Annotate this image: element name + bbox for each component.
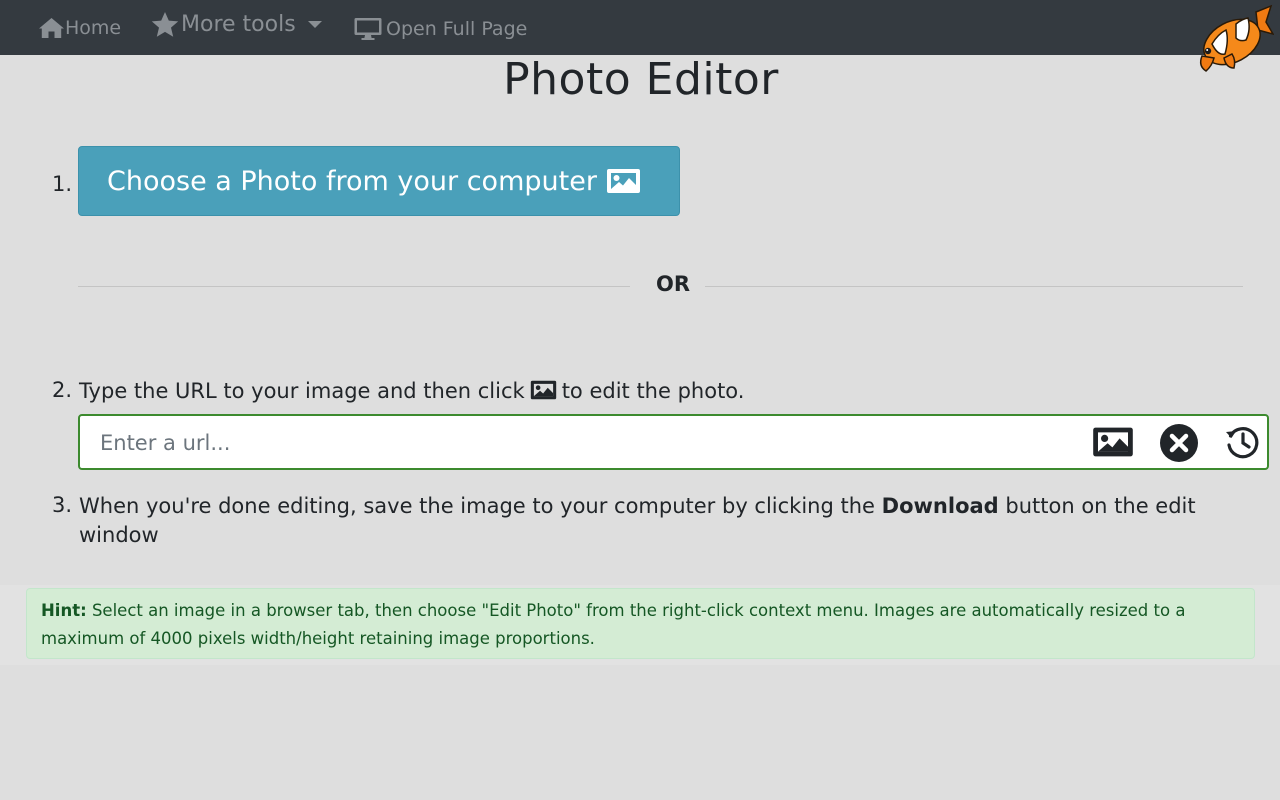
step-2-number: 2. [52, 378, 73, 402]
step-2-instructions: Type the URL to your image and then clic… [79, 377, 1269, 406]
monitor-icon [354, 17, 382, 40]
step-3-number: 3. [52, 493, 73, 517]
step-2-text-after: to edit the photo. [561, 379, 745, 403]
nav-home-link[interactable]: Home [38, 0, 121, 55]
divider-or-text: OR [656, 272, 691, 296]
chevron-down-icon [307, 21, 322, 28]
nav-open-full-page-label: Open Full Page [386, 17, 528, 40]
url-input[interactable] [100, 428, 1080, 458]
nav-open-full-page-link[interactable]: Open Full Page [354, 1, 527, 56]
top-navbar: Home More tools Open Full Page [0, 0, 1280, 55]
hint-label: Hint: [41, 601, 87, 620]
image-icon[interactable] [1092, 426, 1134, 458]
divider-line-right [705, 286, 1243, 287]
hint-alert: Hint: Select an image in a browser tab, … [26, 588, 1255, 659]
page-title: Photo Editor [503, 54, 779, 105]
url-input-group [78, 414, 1269, 470]
download-keyword: Download [881, 494, 999, 518]
step-1-number: 1. [52, 172, 73, 196]
divider-line-left [78, 286, 630, 287]
image-icon [530, 380, 556, 400]
close-circle-icon[interactable] [1159, 423, 1199, 463]
nav-home-label: Home [65, 16, 122, 39]
nav-more-tools-label: More tools [181, 12, 296, 37]
star-icon [151, 11, 179, 37]
home-icon [39, 17, 64, 38]
step-2-text-before: Type the URL to your image and then clic… [79, 379, 525, 403]
step-3-text-before: When you're done editing, save the image… [79, 494, 875, 518]
step-3-instructions: When you're done editing, save the image… [79, 492, 1269, 550]
choose-photo-button-label: Choose a Photo from your computer [107, 165, 597, 197]
hint-text: Select an image in a browser tab, then c… [41, 601, 1186, 648]
image-icon [606, 169, 640, 193]
nav-more-tools-dropdown[interactable]: More tools [150, 0, 322, 52]
history-icon[interactable] [1224, 424, 1260, 460]
choose-photo-button[interactable]: Choose a Photo from your computer [78, 146, 680, 216]
